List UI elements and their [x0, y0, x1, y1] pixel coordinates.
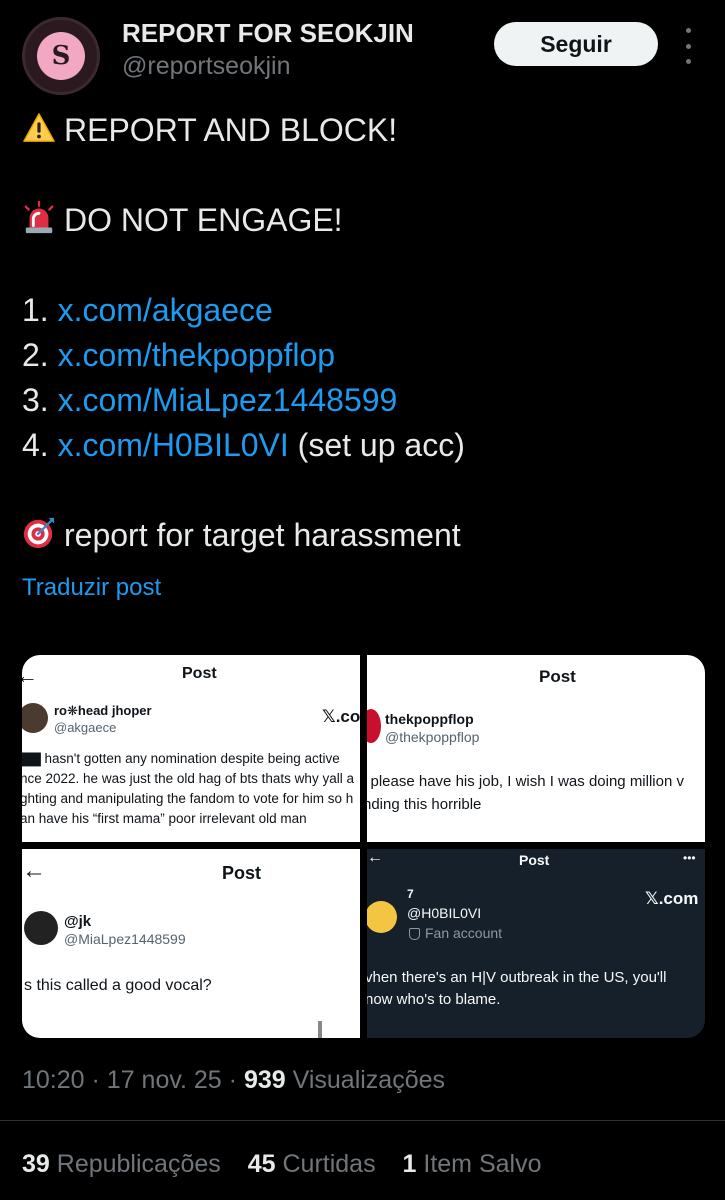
link-mialpez[interactable]: x.com/MiaLpez1448599	[58, 382, 398, 418]
body-line-report: REPORT AND BLOCK!	[22, 108, 712, 153]
translate-post-link[interactable]: Traduzir post	[22, 574, 161, 602]
follow-button[interactable]: Seguir	[494, 22, 658, 66]
warning-icon	[23, 113, 55, 142]
screenshot-handle: @thekpoppflop	[385, 729, 480, 745]
screenshot-header: Post	[519, 852, 550, 868]
screenshot-handle: @akgaece	[54, 720, 117, 735]
author-handle[interactable]: @reportseokjin	[122, 52, 291, 81]
reposts-stat[interactable]: 39 Republicações	[22, 1150, 221, 1178]
list-item: 4. x.com/H0BIL0VI (set up acc)	[22, 427, 465, 463]
list-item: 2. x.com/thekpoppflop	[22, 337, 336, 373]
author-display-name[interactable]: REPORT FOR SEOKJIN	[122, 18, 414, 49]
avatar-logo: S	[37, 32, 85, 80]
screenshot-handle: @H0BIL0VI	[407, 905, 482, 921]
tweet-stats: 39 Republicações 45 Curtidas 1 Item Salv…	[22, 1150, 562, 1179]
screenshot-name: ro❋head jhoper	[54, 703, 152, 718]
screenshot-handle: @MiaLpez1448599	[64, 931, 186, 947]
screenshot-name: 7	[407, 887, 414, 901]
badge-icon	[409, 928, 420, 940]
list-item: 3. x.com/MiaLpez1448599	[22, 382, 398, 418]
screenshot-avatar	[367, 901, 397, 933]
tweet-date[interactable]: 17 nov. 25	[107, 1066, 222, 1094]
tweet-meta: 10:20 · 17 nov. 25 · 939 Visualizações	[22, 1066, 446, 1094]
more-icon: •••	[683, 851, 696, 865]
tweet-time[interactable]: 10:20	[22, 1066, 85, 1094]
views-count: 939	[243, 1066, 286, 1094]
tweet-body: REPORT AND BLOCK! DO NOT ENGAGE! 1. x.co…	[22, 108, 712, 558]
screenshot-name: @jk	[64, 913, 92, 930]
screenshot-header: Post	[222, 863, 262, 883]
screenshot-avatar	[367, 709, 381, 743]
media-grid: ← Post ro❋head jhoper @akgaece 𝕏.co ▇▇ h…	[22, 655, 705, 1038]
image-edge	[318, 1021, 322, 1038]
media-image-4[interactable]: ← Post ••• 7 @H0BIL0VI Fan account 𝕏.com…	[367, 849, 705, 1038]
likes-stat[interactable]: 45 Curtidas	[248, 1150, 376, 1178]
list-item-note: (set up acc)	[297, 427, 465, 463]
media-image-1[interactable]: ← Post ro❋head jhoper @akgaece 𝕏.co ▇▇ h…	[22, 655, 360, 842]
back-arrow-icon: ←	[367, 849, 383, 866]
screenshot-avatar	[24, 911, 58, 945]
back-arrow-icon: ←	[22, 663, 38, 688]
siren-icon	[24, 201, 54, 234]
screenshot-header: Post	[182, 665, 217, 682]
media-image-3[interactable]: ← Post @jk @MiaLpez1448599 s this called…	[22, 849, 360, 1038]
saves-stat[interactable]: 1 Item Salvo	[403, 1150, 542, 1178]
x-logo-icon: 𝕏.co	[322, 707, 360, 726]
x-logo-icon: 𝕏.com	[645, 889, 699, 908]
fan-account-badge: Fan account	[425, 925, 503, 941]
link-akgaece[interactable]: x.com/akgaece	[58, 292, 273, 328]
screenshot-name: thekpoppflop	[385, 711, 474, 727]
target-icon	[23, 517, 55, 549]
divider	[0, 1120, 725, 1121]
screenshot-avatar	[22, 703, 48, 733]
back-arrow-icon: ←	[22, 857, 46, 884]
more-options-icon[interactable]	[676, 28, 700, 64]
body-line-engage: DO NOT ENGAGE!	[22, 198, 712, 243]
tweet-header: S REPORT FOR SEOKJIN @reportseokjin Segu…	[0, 0, 725, 100]
screenshot-header: Post	[539, 667, 576, 686]
views-label: Visualizações	[292, 1066, 446, 1094]
avatar[interactable]: S	[22, 17, 100, 95]
list-item: 1. x.com/akgaece	[22, 292, 273, 328]
body-line-target: report for target harassment	[22, 513, 712, 558]
link-thekpoppflop[interactable]: x.com/thekpoppflop	[58, 337, 336, 373]
media-image-2[interactable]: Post thekpoppflop @thekpoppflop l please…	[367, 655, 705, 842]
link-h0bil0vi[interactable]: x.com/H0BIL0VI	[58, 427, 289, 463]
